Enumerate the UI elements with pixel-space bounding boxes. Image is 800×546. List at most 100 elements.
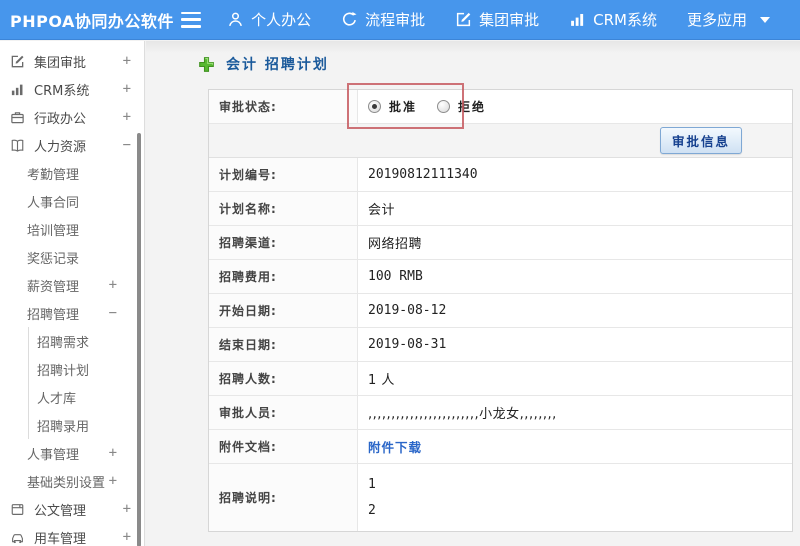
sidebar-item[interactable]: 人才库 [28,383,144,411]
sidebar-item[interactable]: 招聘管理 − [0,299,144,327]
expand-icon[interactable]: + [123,81,131,97]
sidebar-item-label: 人事管理 [27,447,80,463]
expand-icon[interactable]: + [109,277,117,293]
field-label: 审批状态: [209,90,358,123]
field-value: 2019-08-12 [368,303,447,318]
radio-reject[interactable] [437,100,451,113]
nav-group-approval[interactable]: 集团审批 [455,9,539,30]
field-label: 计划编号: [209,158,358,191]
sidebar-item[interactable]: 行政办公 + [0,103,144,131]
nav-label: 流程审批 [365,11,426,29]
expand-icon[interactable]: + [123,501,131,517]
user-icon [227,11,244,28]
book-icon [10,138,25,153]
field-label: 结束日期: [209,328,358,361]
sidebar-item-label: 行政办公 [34,111,87,127]
sidebar-item-label: CRM系统 [34,83,90,99]
expand-icon[interactable]: + [109,445,117,461]
table-row: 开始日期: 2019-08-12 [209,294,792,328]
radio-reject-label: 拒绝 [458,100,487,114]
table-row: 招聘说明: 1 2 [209,464,792,531]
nav-label: 更多应用 [686,11,747,29]
sidebar-item[interactable]: 招聘需求 [28,327,144,355]
document-icon [10,502,25,517]
menu-icon[interactable] [180,11,202,28]
field-value: 会计 [368,203,396,218]
collapse-icon[interactable]: − [109,305,117,321]
radio-approve[interactable] [368,100,381,113]
sidebar-item[interactable]: 招聘计划 [28,355,144,383]
table-row: 计划编号: 20190812111340 [209,158,792,192]
field-label: 招聘渠道: [209,226,358,259]
field-value: 2019-08-31 [368,337,447,352]
sidebar-item-label: 人才库 [37,391,77,407]
approval-info-button[interactable]: 审批信息 [659,127,742,154]
table-row: 招聘人数: 1 人 [209,362,792,396]
table-row: 招聘渠道: 网络招聘 [209,226,792,260]
table-row: 结束日期: 2019-08-31 [209,328,792,362]
detail-rows: 计划编号: 20190812111340 计划名称: 会计 招聘渠道: 网络招聘 招聘费用:… [209,158,792,531]
value-line: 1 [368,476,377,492]
nav-personal-office[interactable]: 个人办公 [227,9,311,30]
sidebar: 集团审批 + CRM系统 + 行政办公 + 人力资源 − 考勤管理人事合同培训管理奖惩记录薪资管… [0,41,145,546]
approval-info-row: 审批信息 [209,124,792,158]
field-value: 20190812111340 [368,167,478,182]
edit-icon [455,11,472,28]
sidebar-item-label: 薪资管理 [27,279,80,295]
sidebar-item-label: 招聘管理 [27,307,80,323]
table-row: 审批人员: ,,,,,,,,,,,,,,,,,,,,,,,,小龙女,,,,,,,, [209,396,792,430]
table-row: 招聘费用: 100 RMB [209,260,792,294]
attachment-download-link[interactable]: 附件下载 [368,437,422,456]
sidebar-item[interactable]: 人力资源 − [0,131,144,159]
app-logo: PHPOA协同办公软件 [10,11,174,31]
expand-icon[interactable]: + [123,109,131,125]
sidebar-item-label: 招聘计划 [37,363,90,379]
sidebar-item[interactable]: 基础类别设置 + [0,467,144,495]
add-icon [198,56,215,73]
expand-icon[interactable]: + [109,473,117,489]
sidebar-item[interactable]: 人事管理 + [0,439,144,467]
sidebar-item[interactable]: 培训管理 [0,215,144,243]
sidebar-item-label: 人事合同 [27,195,80,211]
field-label: 招聘说明: [209,464,358,531]
sidebar-item-label: 奖惩记录 [27,251,80,267]
main-content: 会计 招聘计划 审批状态: 批准 拒绝 审批信息 计划编号: 2019081211… [146,41,800,546]
sidebar-item[interactable]: 招聘录用 [28,411,144,439]
nav-more-apps[interactable]: 更多应用 [687,9,770,30]
nav-label: CRM系统 [593,11,657,29]
field-label: 审批人员: [209,396,358,429]
sidebar-item[interactable]: 公文管理 + [0,495,144,523]
field-value: 网络招聘 [368,237,423,252]
nav-workflow-approval[interactable]: 流程审批 [341,9,425,30]
sidebar-item[interactable]: 人事合同 [0,187,144,215]
sidebar-item-label: 招聘录用 [37,419,90,435]
briefcase-icon [10,110,25,125]
sidebar-item[interactable]: 用车管理 + [0,523,144,546]
sidebar-item-label: 培训管理 [27,223,80,239]
page-title: 会计 招聘计划 [226,57,329,73]
sidebar-item[interactable]: 考勤管理 [0,159,144,187]
history-icon [341,11,358,28]
sidebar-item[interactable]: 集团审批 + [0,47,144,75]
chart-icon [569,11,586,28]
sidebar-item[interactable]: CRM系统 + [0,75,144,103]
expand-icon[interactable]: + [123,53,131,69]
sidebar-scrollbar[interactable] [137,133,141,546]
sidebar-item-label: 考勤管理 [27,167,80,183]
edit-icon [10,54,25,69]
nav-crm-system[interactable]: CRM系统 [569,9,657,30]
field-value: 100 RMB [368,269,423,284]
approval-status-row: 审批状态: 批准 拒绝 [209,90,792,124]
sidebar-item-label: 公文管理 [34,503,87,519]
nav-label: 个人办公 [251,11,312,29]
collapse-icon[interactable]: − [123,137,131,153]
field-value: 1 人 [368,373,395,388]
field-label: 招聘人数: [209,362,358,395]
field-label: 招聘费用: [209,260,358,293]
sidebar-item[interactable]: 奖惩记录 [0,243,144,271]
nav-label: 集团审批 [479,11,540,29]
field-label: 开始日期: [209,294,358,327]
table-row: 附件文档: 附件下载 [209,430,792,464]
expand-icon[interactable]: + [123,529,131,545]
sidebar-item[interactable]: 薪资管理 + [0,271,144,299]
